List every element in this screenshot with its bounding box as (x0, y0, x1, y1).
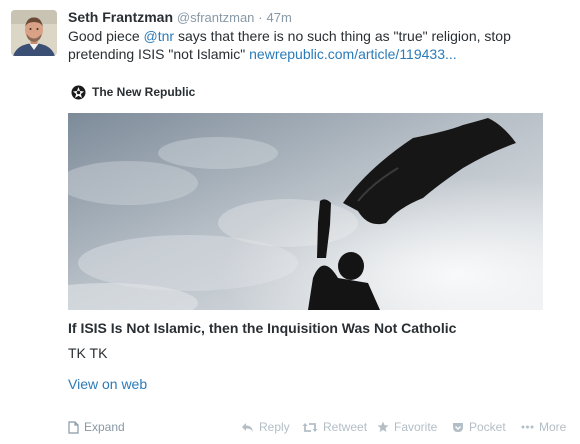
view-on-web-link[interactable]: View on web (68, 376, 147, 392)
more-label: More (539, 420, 567, 434)
card-image[interactable] (68, 113, 543, 310)
mention-link[interactable]: @tnr (144, 28, 175, 44)
tweet-header: Seth Frantzman @sfrantzman · 47m (68, 9, 292, 25)
expand-label: Expand (84, 420, 125, 434)
tweet-text: Good piece @tnr says that there is no su… (68, 27, 548, 63)
pocket-icon (453, 422, 463, 432)
reply-label: Reply (259, 420, 290, 434)
more-button[interactable]: More (521, 420, 566, 434)
pocket-label: Pocket (469, 420, 506, 434)
tweet-timestamp[interactable]: 47m (267, 10, 292, 25)
header-separator: · (258, 10, 263, 25)
article-link[interactable]: newrepublic.com/article/119433... (249, 46, 457, 62)
retweet-button[interactable]: Retweet (302, 420, 367, 434)
retweet-icon (302, 422, 318, 432)
tnr-logo-icon (71, 85, 86, 99)
tweet-actions: Expand Reply Retweet Favorite Pocket Mor… (0, 418, 580, 438)
card-source[interactable]: The New Republic (71, 83, 195, 101)
avatar-photo (11, 10, 57, 56)
favorite-button[interactable]: Favorite (377, 420, 437, 434)
star-icon (377, 421, 389, 432)
card-title[interactable]: If ISIS Is Not Islamic, then the Inquisi… (68, 320, 456, 336)
reply-button[interactable]: Reply (241, 420, 290, 434)
reply-icon (242, 422, 253, 432)
author-name[interactable]: Seth Frantzman (68, 9, 173, 25)
author-handle[interactable]: @sfrantzman (177, 10, 255, 25)
retweet-label: Retweet (323, 420, 368, 434)
source-name: The New Republic (92, 85, 196, 99)
favorite-label: Favorite (394, 420, 438, 434)
avatar[interactable] (11, 10, 57, 56)
more-dots-icon (521, 425, 534, 429)
tweet-text-part: Good piece (68, 28, 144, 44)
card-description: TK TK (68, 345, 108, 361)
card-photo (68, 113, 543, 310)
document-icon (68, 420, 79, 434)
expand-button[interactable]: Expand (68, 420, 125, 434)
pocket-button[interactable]: Pocket (452, 420, 506, 434)
